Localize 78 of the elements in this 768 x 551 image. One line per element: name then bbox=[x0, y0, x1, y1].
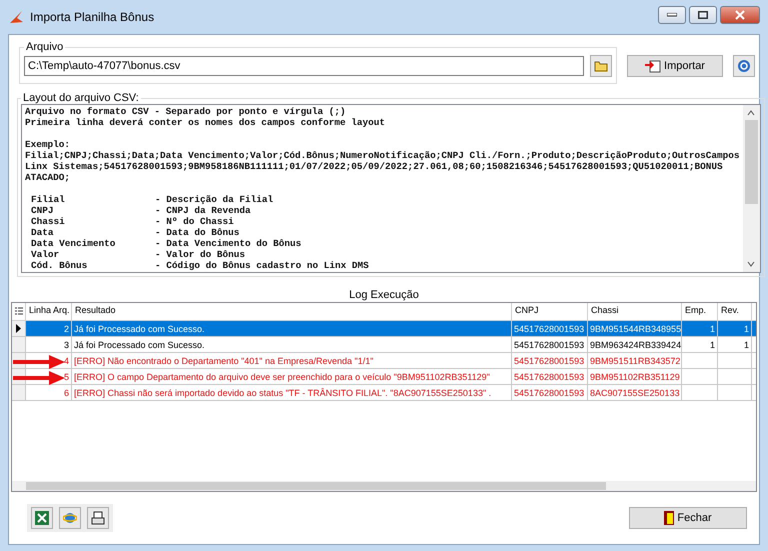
import-button[interactable]: Importar bbox=[627, 54, 723, 76]
log-title: Log Execução bbox=[348, 289, 420, 301]
memo-line: Arquivo no formato CSV - Separado por ponto e vírgula (;) bbox=[25, 106, 347, 117]
field-description: - Nº do Chassi bbox=[155, 216, 235, 227]
field-description: - Descrição da Filial bbox=[155, 194, 274, 205]
field-name: Chassi bbox=[31, 216, 66, 227]
import-icon bbox=[645, 58, 662, 72]
row-pointer-icon bbox=[16, 324, 21, 333]
close-button[interactable] bbox=[720, 6, 760, 24]
door-icon bbox=[664, 511, 674, 525]
maximize-button[interactable] bbox=[689, 6, 717, 24]
column-menu-icon[interactable] bbox=[15, 307, 23, 316]
memo-line: Exemplo: bbox=[25, 139, 72, 150]
table-cell: 1 bbox=[682, 337, 718, 352]
globe-icon bbox=[63, 511, 77, 525]
folder-icon bbox=[594, 60, 608, 72]
table-cell: Já foi Processado com Sucesso. bbox=[72, 321, 512, 336]
field-name: Data bbox=[31, 227, 55, 238]
field-name: Cód. Bônus bbox=[31, 260, 88, 271]
field-name: Data Vencimento bbox=[31, 238, 116, 249]
window-title: Importa Planilha Bônus bbox=[30, 10, 154, 24]
field-description: - CNPJ da Revenda bbox=[155, 205, 252, 216]
spreadsheet-icon bbox=[35, 511, 49, 525]
scroll-down-icon bbox=[747, 261, 755, 267]
memo-line: Linx Sistemas;54517628001593;9BM958186NB111111;01/07/2022;05/09/2022;27.061,08;60;1508216346;54517628001593;QU51020011;BONUS bbox=[25, 161, 724, 172]
field-name: CNPJ bbox=[31, 205, 55, 216]
file-path-field[interactable]: C:\Temp\auto-47077\bonus.csv bbox=[24, 56, 584, 76]
printer-icon bbox=[91, 511, 105, 525]
table-cell: Já foi Processado com Sucesso. bbox=[72, 337, 512, 352]
table-cell: 9BM951511RB343572 bbox=[588, 353, 682, 368]
table-cell: 54517628001593 bbox=[512, 337, 588, 352]
table-cell: 1 bbox=[718, 337, 752, 352]
field-name: Filial bbox=[31, 194, 66, 205]
log-row[interactable]: 4 [ERRO] Não encontrado o Departamento "401" na Empresa/Revenda "1/1" 54517628001593 9BM951511RB343572 bbox=[12, 353, 756, 369]
minimize-button[interactable] bbox=[658, 6, 686, 24]
scroll-up-icon bbox=[747, 110, 755, 116]
table-cell: 9BM951102RB351129 bbox=[588, 369, 682, 384]
table-cell: 54517628001593 bbox=[512, 385, 588, 400]
maximize-icon bbox=[698, 11, 708, 19]
print-button[interactable] bbox=[87, 507, 109, 529]
field-description: - Código do Bônus cadastro no Linx DMS bbox=[155, 260, 370, 271]
table-cell: 54517628001593 bbox=[512, 321, 588, 336]
field-description: - Valor do Bônus bbox=[155, 249, 246, 260]
table-cell: 54517628001593 bbox=[512, 369, 588, 384]
table-cell: 3 bbox=[26, 337, 72, 352]
table-cell: 8AC907155SE250133 bbox=[588, 385, 682, 400]
table-cell: 1 bbox=[718, 321, 752, 336]
excel-export-button[interactable] bbox=[31, 507, 53, 529]
browse-button[interactable] bbox=[590, 55, 612, 77]
table-cell: 54517628001593 bbox=[512, 353, 588, 368]
table-cell: [ERRO] Não encontrado o Departamento "401" na Empresa/Revenda "1/1" bbox=[72, 353, 512, 368]
help-button[interactable] bbox=[733, 54, 755, 76]
help-icon bbox=[737, 58, 751, 72]
memo-line: ATACADO; bbox=[25, 172, 72, 183]
horizontal-scrollbar[interactable] bbox=[12, 481, 756, 491]
table-cell: 9BM963424RB339424 bbox=[588, 337, 682, 352]
log-row[interactable]: 6 [ERRO] Chassi não será importado devido ao status "TF - TRÂNSITO FILIAL". "8AC907155SE250133" . 54517628001593 8AC907155SE250133 bbox=[12, 385, 756, 401]
memo-line: Filial;CNPJ;Chassi;Data;Data Vencimento;Valor;Cód.Bônus;NumeroNotificação;CNPJ Cli./Forn.;Produto;DescriçãoProduto;OutrosCampos bbox=[25, 150, 740, 161]
table-cell: [ERRO] Chassi não será importado devido ao status "TF - TRÂNSITO FILIAL". "8AC907155SE250133" . bbox=[72, 385, 512, 400]
log-row[interactable]: 5 [ERRO] O campo Departamento do arquivo deve ser preenchido para o veículo "9BM951102RB351129" 54517628001593 9BM951102RB351129 bbox=[12, 369, 756, 385]
close-window-button[interactable]: Fechar bbox=[629, 507, 747, 529]
log-row[interactable]: 3 Já foi Processado com Sucesso. 54517628001593 9BM963424RB339424 1 1 bbox=[12, 337, 756, 353]
table-cell: 2 bbox=[26, 321, 72, 336]
minimize-icon bbox=[667, 13, 677, 17]
field-description: - Data Vencimento do Bônus bbox=[155, 238, 302, 249]
close-icon bbox=[735, 10, 745, 20]
browser-export-button[interactable] bbox=[59, 507, 81, 529]
group-label: Layout do arquivo CSV: bbox=[22, 92, 140, 104]
log-row[interactable]: 2 Já foi Processado com Sucesso. 54517628001593 9BM951544RB348955 1 1 bbox=[12, 321, 756, 337]
table-cell: 9BM951544RB348955 bbox=[588, 321, 682, 336]
group-label: Arquivo bbox=[25, 41, 64, 53]
field-description: - Data do Bônus bbox=[155, 227, 240, 238]
table-cell: 6 bbox=[26, 385, 72, 400]
memo-line: Primeira linha deverá conter os nomes dos campos conforme layout bbox=[25, 117, 386, 128]
table-cell: 1 bbox=[682, 321, 718, 336]
field-name: Valor bbox=[31, 249, 60, 260]
vertical-scrollbar[interactable] bbox=[742, 105, 760, 272]
table-cell: [ERRO] O campo Departamento do arquivo deve ser preenchido para o veículo "9BM951102RB351129" bbox=[72, 369, 512, 384]
